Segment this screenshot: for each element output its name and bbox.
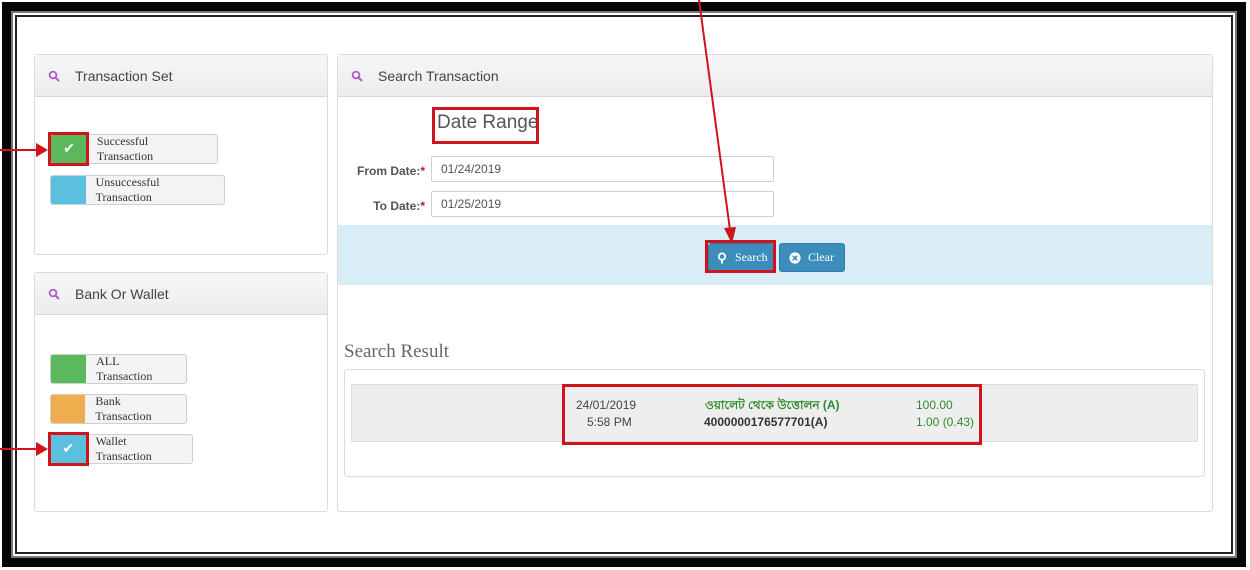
annotation-arrow-search <box>698 0 736 244</box>
